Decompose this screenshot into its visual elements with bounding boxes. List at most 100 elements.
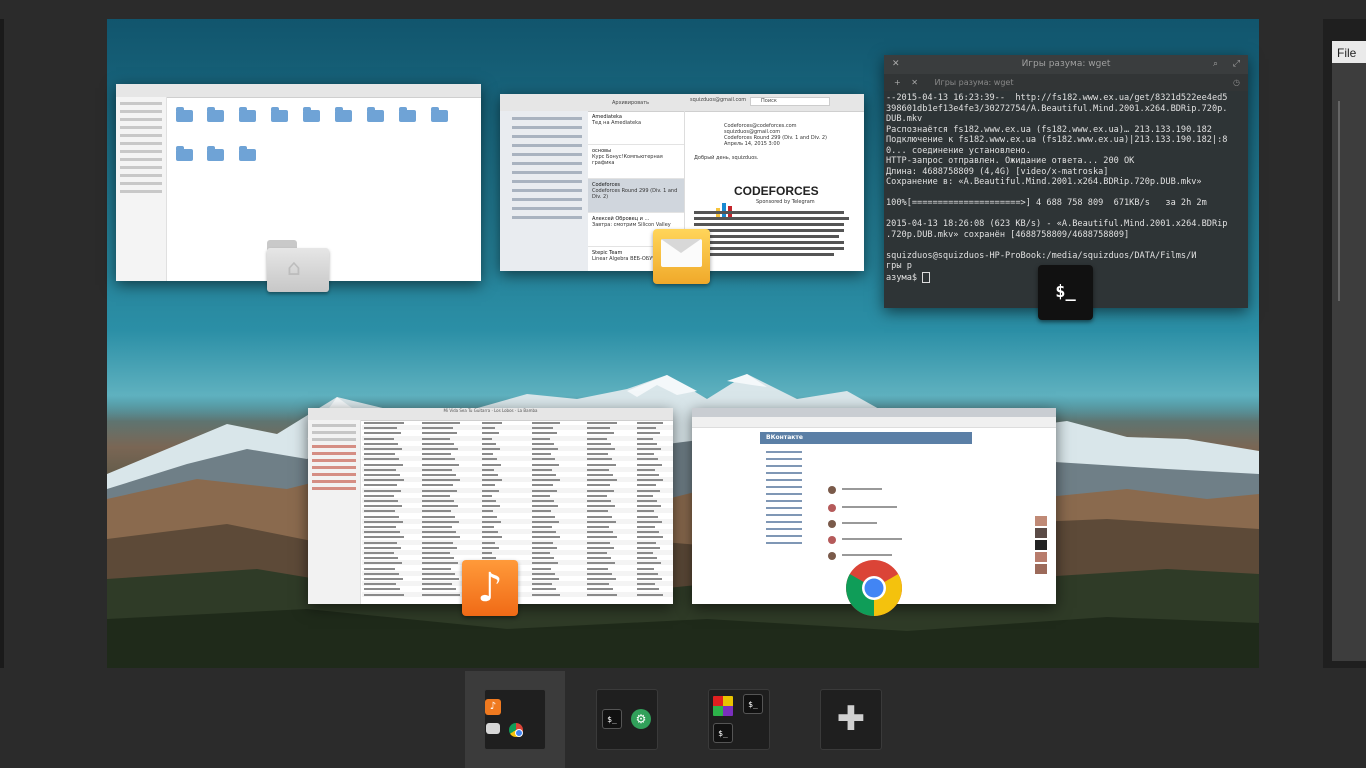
- track-cell: [532, 515, 555, 518]
- track-cell: [637, 567, 654, 570]
- track-cell: [364, 552, 394, 554]
- track-cell: [532, 572, 555, 575]
- workspace-2-button[interactable]: $_ ⚙: [596, 689, 658, 750]
- peek-window[interactable]: FileE: [1332, 41, 1366, 661]
- folder-icon[interactable]: [239, 146, 256, 161]
- track-cell: [532, 437, 550, 440]
- maximize-icon[interactable]: ⤢: [1233, 55, 1240, 74]
- music-app-icon: ♪: [462, 560, 518, 616]
- browser-address-bar[interactable]: [692, 417, 1056, 428]
- track-cell: [364, 474, 400, 476]
- search-icon[interactable]: ⌕: [1213, 55, 1218, 74]
- music-sidebar[interactable]: [308, 420, 361, 604]
- track-cell: [482, 494, 492, 497]
- track-cell: [587, 468, 609, 471]
- track-cell: [422, 442, 454, 445]
- terminal-icon: $_: [743, 694, 763, 714]
- tab-close-icon[interactable]: ✕: [911, 78, 918, 87]
- track-cell: [482, 422, 502, 424]
- vk-logo[interactable]: ВКонтакте: [766, 434, 803, 441]
- previous-workspace-edge[interactable]: [0, 19, 4, 668]
- track-cell: [532, 578, 559, 580]
- track-cell: [422, 458, 455, 461]
- folder-icon[interactable]: [367, 107, 384, 122]
- track-cell: [587, 531, 613, 534]
- track-cell: [637, 572, 658, 575]
- folder-icon[interactable]: [303, 107, 320, 122]
- track-cell: [482, 468, 494, 471]
- folder-icon[interactable]: [399, 107, 416, 122]
- track-cell: [532, 463, 559, 466]
- track-cell: [532, 546, 557, 549]
- track-cell: [637, 427, 656, 430]
- track-cell: [482, 458, 497, 461]
- workspace-3-button[interactable]: $_ $_: [708, 689, 770, 750]
- track-cell: [532, 526, 552, 528]
- track-cell: [587, 567, 608, 570]
- vk-friends-column[interactable]: [1035, 516, 1047, 576]
- track-cell: [587, 552, 607, 554]
- workspace-1-button[interactable]: ♪: [484, 689, 546, 750]
- codeforces-logo-sub: Sponsored by Telegram: [756, 199, 815, 205]
- new-tab-icon[interactable]: +: [894, 78, 901, 87]
- folder-icon[interactable]: [239, 107, 256, 122]
- track-cell: [587, 484, 610, 487]
- folder-icon[interactable]: [271, 107, 288, 122]
- folder-icon[interactable]: [176, 146, 193, 161]
- track-cell: [422, 531, 456, 534]
- mail-toolbar[interactable]: Архивировать squizduos@gmail.com Поиск: [500, 94, 864, 112]
- track-cell: [364, 479, 404, 482]
- track-cell: [364, 583, 396, 586]
- track-cell: [532, 531, 556, 534]
- track-cell: [364, 505, 402, 508]
- terminal-icon: $_: [713, 723, 733, 743]
- terminal-titlebar[interactable]: ✕ Игры разума: wget ⌕ ⤢: [884, 55, 1248, 74]
- files-toolbar[interactable]: [116, 84, 481, 98]
- mail-folders[interactable]: [500, 111, 588, 271]
- folder-icon[interactable]: [431, 107, 448, 122]
- codeforces-logo-icon: [716, 203, 732, 217]
- browser-tab-bar[interactable]: [692, 408, 1056, 417]
- menu-file[interactable]: File: [1337, 46, 1356, 60]
- message-item[interactable]: Amediateka Тед на Amediateka: [588, 111, 684, 145]
- folder-icon[interactable]: [207, 146, 224, 161]
- terminal-tab-bar[interactable]: + ✕ Игры разума: wget ◷: [884, 74, 1248, 91]
- mail-search-input[interactable]: Поиск: [750, 97, 830, 106]
- reader-date: Апрель 14, 2015 3:00: [724, 141, 780, 147]
- vk-header[interactable]: ВКонтакте: [760, 432, 972, 444]
- message-reader[interactable]: Codeforces@codeforces.com squizduos@gmai…: [686, 111, 864, 271]
- track-cell: [587, 422, 617, 424]
- email-body-line: [694, 211, 844, 214]
- history-icon[interactable]: ◷: [1233, 74, 1240, 91]
- track-cell: [532, 448, 558, 450]
- files-icon: [486, 723, 500, 734]
- track-cell: [587, 437, 607, 440]
- terminal-tab[interactable]: Игры разума: wget: [935, 78, 1014, 87]
- message-item[interactable]: основы Курс Бонус!Компьютерная графика: [588, 145, 684, 179]
- track-cell: [422, 567, 451, 570]
- next-workspace-edge[interactable]: FileE: [1323, 19, 1366, 668]
- folder-icon[interactable]: [176, 107, 193, 122]
- folder-icon[interactable]: [207, 107, 224, 122]
- track-cell: [364, 541, 397, 544]
- files-app-icon: ⌂: [267, 240, 329, 292]
- track-cell: [482, 453, 493, 456]
- files-sidebar[interactable]: [116, 97, 167, 281]
- email-body-line: [694, 241, 844, 244]
- close-icon[interactable]: ✕: [892, 55, 900, 74]
- track-cell: [422, 520, 459, 523]
- track-cell: [482, 484, 495, 487]
- track-cell: [532, 593, 560, 596]
- track-cell: [587, 557, 611, 560]
- track-cell: [482, 546, 499, 549]
- vk-sidebar[interactable]: [766, 446, 802, 549]
- track-cell: [422, 526, 452, 528]
- terminal-app-icon: $_: [1038, 265, 1093, 320]
- terminal-output[interactable]: --2015-04-13 16:23:39-- http://fs182.www…: [884, 91, 1248, 285]
- track-cell: [482, 448, 500, 450]
- track-cell: [637, 583, 655, 586]
- new-workspace-button[interactable]: ✚: [820, 689, 882, 750]
- archive-button[interactable]: Архивировать: [612, 100, 649, 106]
- message-item-selected[interactable]: Codeforces Codeforces Round 299 (Div. 1 a…: [588, 179, 684, 213]
- folder-icon[interactable]: [335, 107, 352, 122]
